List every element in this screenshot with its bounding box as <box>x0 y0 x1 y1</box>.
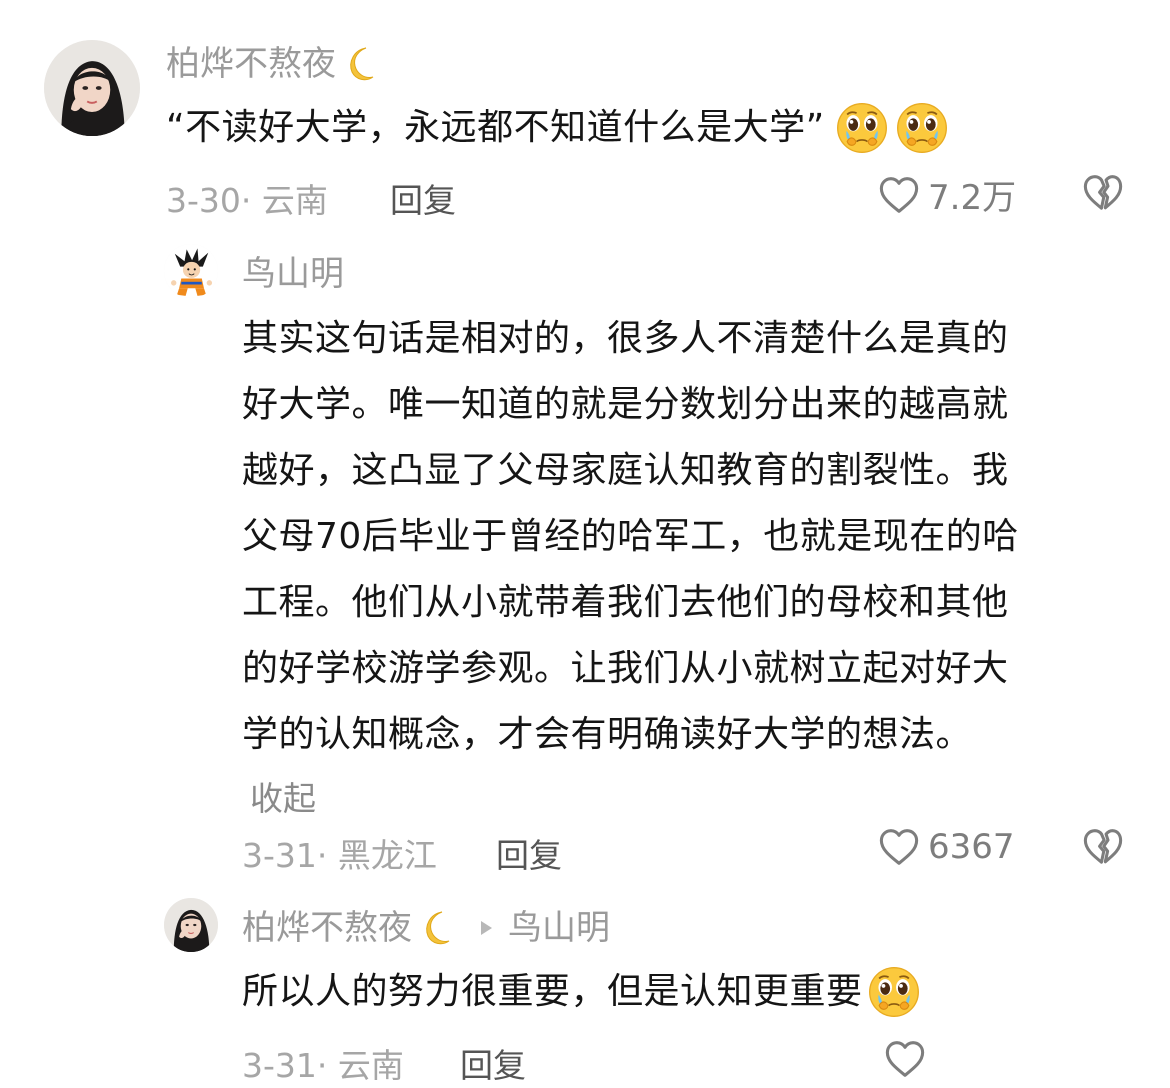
reply-arrow-icon <box>476 918 496 938</box>
username[interactable]: 柏烨不熬夜 <box>242 908 412 948</box>
broken-heart-icon[interactable] <box>1080 170 1126 216</box>
heart-icon <box>876 824 922 870</box>
broken-heart-icon[interactable] <box>1080 824 1126 870</box>
comment-text-line: 工程。他们从小就带着我们去他们的母校和其他 <box>242 582 1009 623</box>
comment-text: 其实这句话是相对的，很多人不清楚什么是真的 好大学。唯一知道的就是分数划分出来的… <box>242 306 1142 768</box>
heart-icon <box>882 1036 928 1082</box>
like-button[interactable] <box>882 1036 928 1086</box>
reply-button[interactable]: 回复 <box>460 1039 526 1087</box>
comment-text-line: 学的认知概念，才会有明确读好大学的想法。 <box>242 714 973 755</box>
like-count: 6367 <box>928 827 1015 867</box>
comment-text-line: 父母70后毕业于曾经的哈军工，也就是现在的哈 <box>242 516 1019 557</box>
avatar[interactable] <box>164 244 218 298</box>
comment-date-location: 3-30· 云南 <box>166 181 328 220</box>
comment-text-line: 好大学。唯一知道的就是分数划分出来的越高就 <box>242 384 1009 425</box>
pleading-face-emoji <box>867 965 921 1019</box>
reply-button[interactable]: 回复 <box>390 174 456 222</box>
avatar-image <box>44 40 140 136</box>
reply-button[interactable]: 回复 <box>496 829 562 877</box>
pleading-face-emoji <box>835 101 889 155</box>
comment-date-location: 3-31· 云南 <box>242 1046 404 1085</box>
avatar[interactable] <box>164 898 218 952</box>
comment-text-line: 其实这句话是相对的，很多人不清楚什么是真的 <box>242 318 1009 359</box>
reply-to-username[interactable]: 鸟山明 <box>508 908 610 948</box>
crescent-moon-emoji <box>338 44 378 84</box>
heart-icon <box>876 172 922 218</box>
comment-text: “不读好大学，永远都不知道什么是大学” <box>166 107 825 148</box>
like-button[interactable]: 6367 <box>876 824 1015 870</box>
username[interactable]: 柏烨不熬夜 <box>166 44 336 84</box>
collapse-button[interactable]: 收起 <box>250 772 316 820</box>
crescent-moon-emoji <box>414 908 454 948</box>
avatar[interactable] <box>44 40 140 136</box>
username[interactable]: 鸟山明 <box>242 254 344 294</box>
like-count: 7.2万 <box>928 178 1017 218</box>
avatar-image <box>164 898 218 952</box>
comment-text-line: 越好，这凸显了父母家庭认知教育的割裂性。我 <box>242 450 1009 491</box>
avatar-image <box>164 244 218 298</box>
comment-text: 所以人的努力很重要，但是认知更重要 <box>242 971 863 1012</box>
like-button[interactable]: 7.2万 <box>876 170 1016 219</box>
comment-date-location: 3-31· 黑龙江 <box>242 836 437 875</box>
pleading-face-emoji <box>895 101 949 155</box>
comment-text-line: 的好学校游学参观。让我们从小就树立起对好大 <box>242 648 1009 689</box>
